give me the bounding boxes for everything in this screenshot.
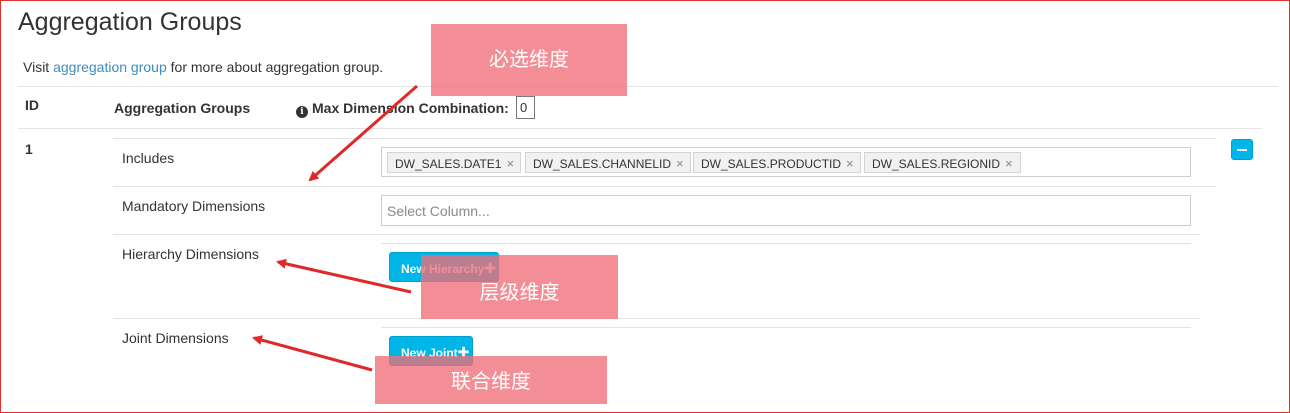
arrow-to-hierarchy	[276, 258, 412, 294]
arrow-to-mandatory	[308, 84, 418, 182]
arrow-to-joint	[252, 335, 373, 372]
annotation-arrows	[252, 84, 418, 372]
